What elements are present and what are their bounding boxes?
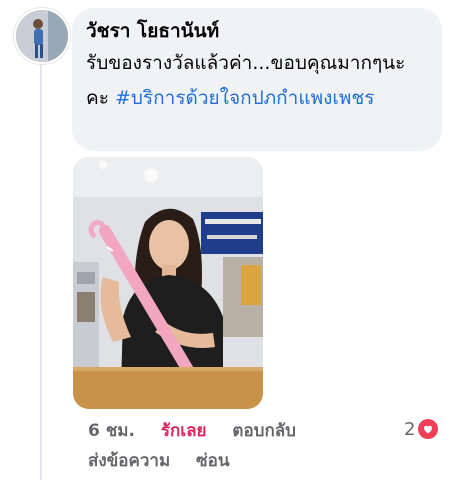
comment-bubble: วัชรา โยธานันท์ รับของรางวัลแล้วค่า...ขอ… <box>72 8 442 151</box>
heart-icon <box>418 419 439 439</box>
comment-actions: 6 ชม. รักเลย ตอบกลับ <box>88 418 316 444</box>
thread-line <box>40 58 42 480</box>
comment-photo[interactable] <box>73 157 263 409</box>
love-reaction-button[interactable]: รักเลย <box>161 421 207 441</box>
hide-button[interactable]: ซ่อน <box>196 451 229 471</box>
avatar[interactable] <box>14 8 70 64</box>
comment-actions-secondary: ส่งข้อความ ซ่อน <box>88 448 249 474</box>
comment-text: รับของรางวัลแล้วค่า...ขอบคุณมากๆนะคะ #บร… <box>86 46 428 116</box>
reaction-summary[interactable]: 2 <box>404 416 439 442</box>
reaction-count: 2 <box>404 418 416 440</box>
photo-image <box>73 157 263 409</box>
reply-button[interactable]: ตอบกลับ <box>232 421 296 441</box>
hashtag-link[interactable]: #บริการด้วยใจกปภกำแพงเพชร <box>115 87 375 109</box>
comment-time: 6 ชม. <box>88 421 135 441</box>
comment-author[interactable]: วัชรา โยธานันท์ <box>86 18 428 44</box>
avatar-photo <box>16 10 68 62</box>
send-message-button[interactable]: ส่งข้อความ <box>88 451 170 471</box>
